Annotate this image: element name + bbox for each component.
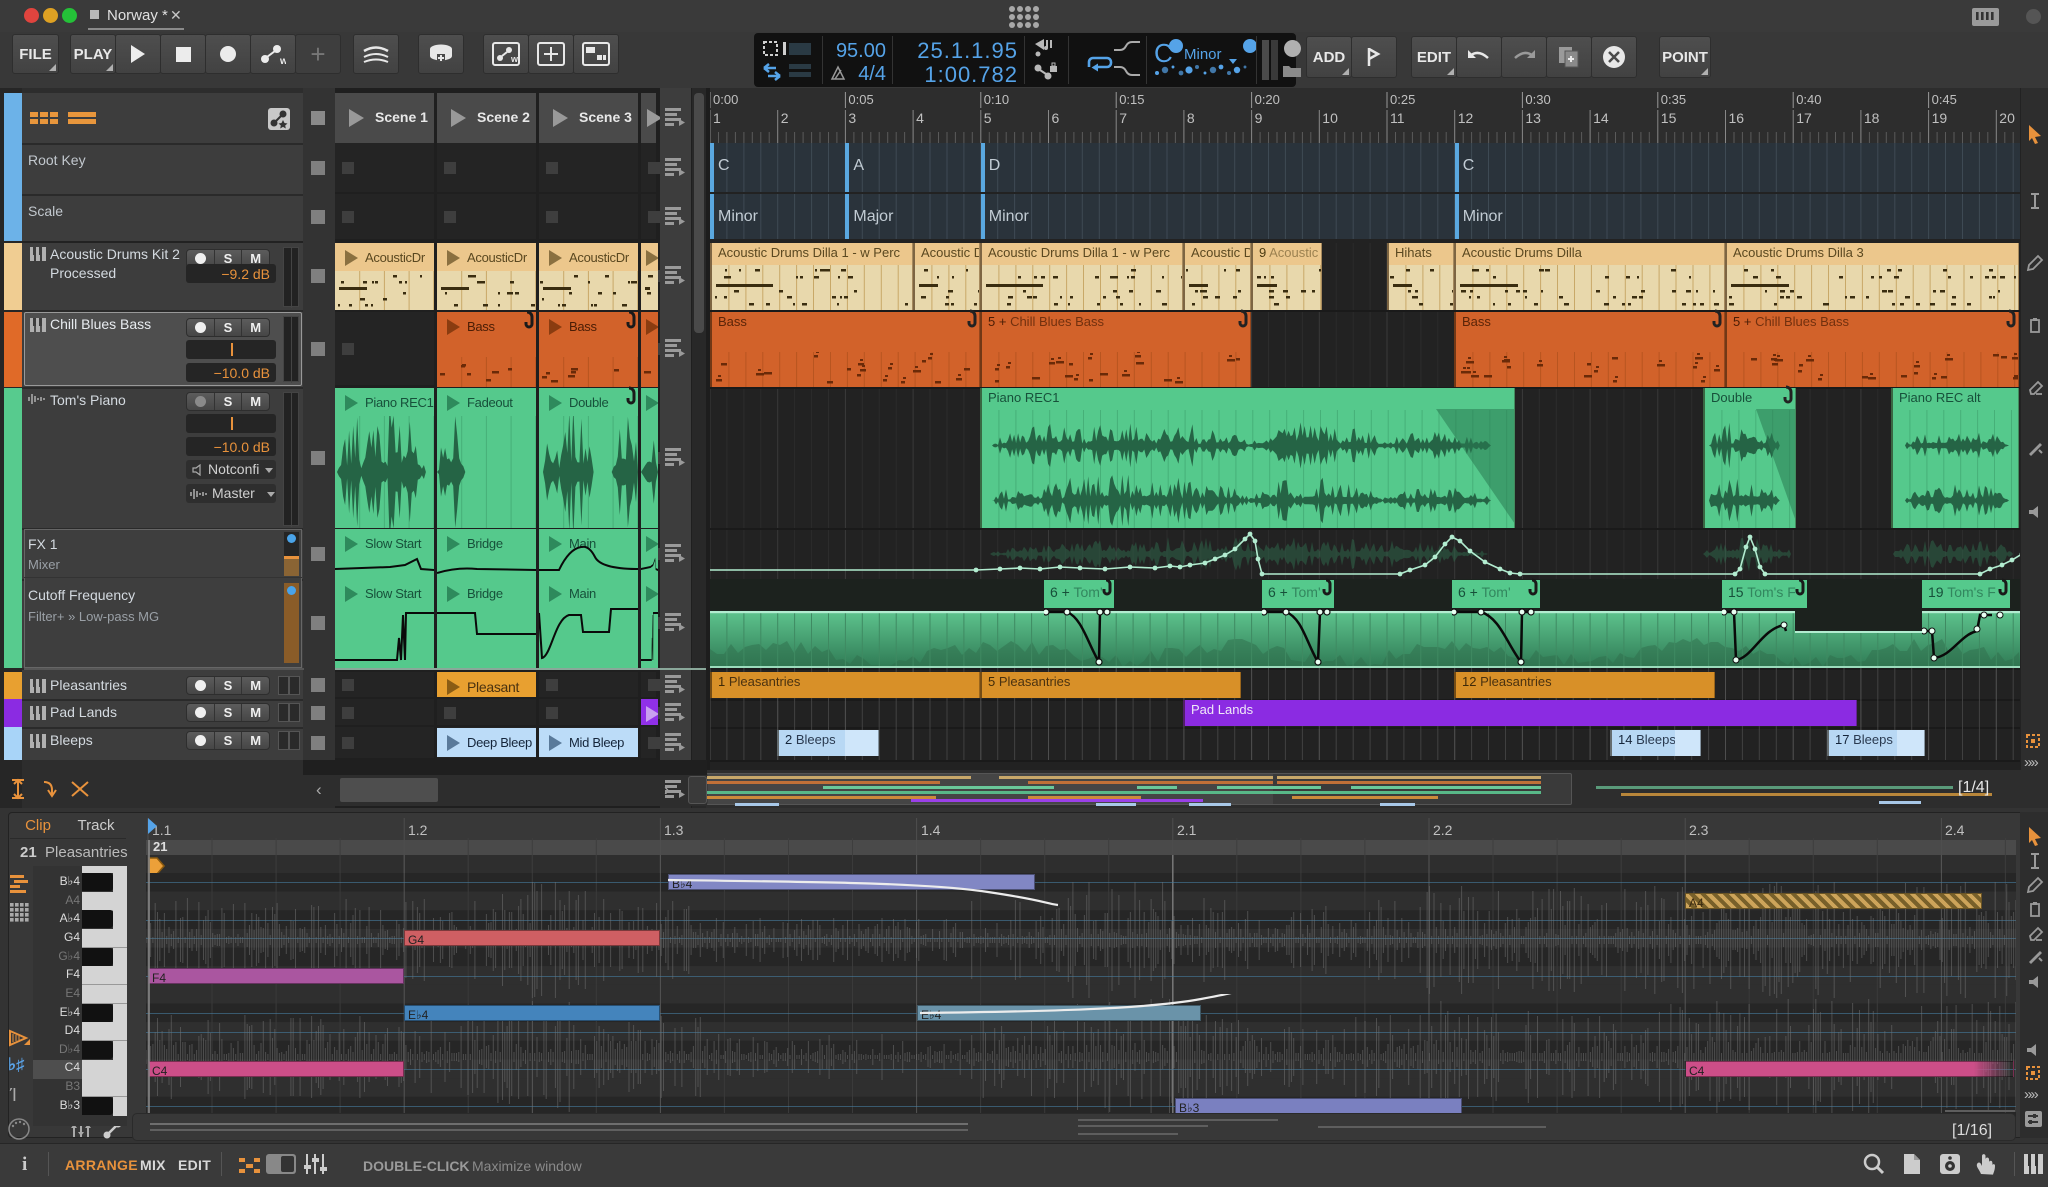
svg-text:w: w — [510, 54, 519, 64]
svg-text:w: w — [279, 56, 286, 65]
